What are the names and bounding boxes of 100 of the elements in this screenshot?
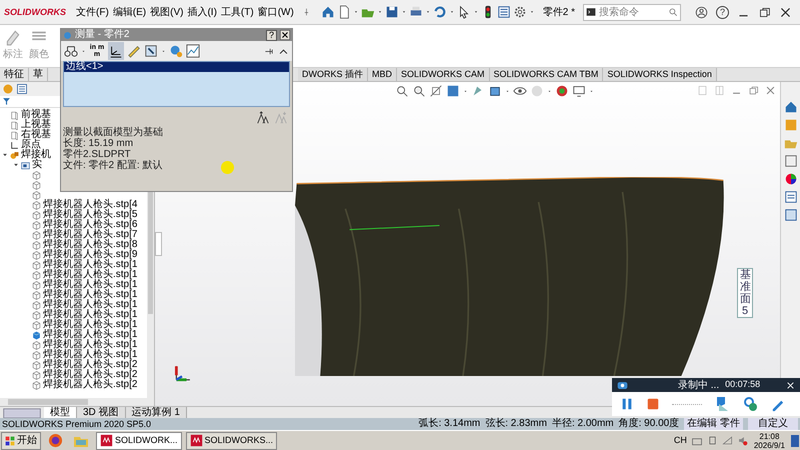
tree-item[interactable]: 焊接机器人枪头.stp[2 xyxy=(43,380,138,390)
settings-icon[interactable] xyxy=(512,5,527,19)
command-tab[interactable]: 特征 xyxy=(0,68,29,81)
annotation-tool-icon[interactable] xyxy=(714,396,730,412)
panel-collapse-handle[interactable] xyxy=(155,232,162,256)
view-tab[interactable]: 运动算例 1 xyxy=(126,407,187,418)
close-icon[interactable] xyxy=(280,30,290,40)
webcam-icon[interactable] xyxy=(742,396,758,412)
command-tab[interactable]: SOLIDWORKS CAM xyxy=(397,68,490,81)
history-icon[interactable] xyxy=(169,44,183,58)
command-tab[interactable]: SOLIDWORKS Inspection xyxy=(603,68,717,81)
menu-item[interactable]: 插入(I) xyxy=(187,4,217,20)
help-button[interactable]: ? xyxy=(266,30,277,40)
search-icon[interactable] xyxy=(668,7,678,17)
command-tab[interactable]: DWORKS 插件 xyxy=(298,68,368,81)
menu-item[interactable]: 文件(F) xyxy=(76,4,109,20)
selection-item[interactable]: 边线<1> xyxy=(64,62,289,72)
selection-list[interactable]: 边线<1> xyxy=(63,61,290,107)
stop-icon[interactable] xyxy=(646,397,660,411)
tree-item[interactable]: 焊接机器人枪头.stp[1 xyxy=(43,320,138,330)
monitor-icon[interactable] xyxy=(572,84,586,98)
taskbar-window-button[interactable]: SOLIDWORKS... xyxy=(186,432,278,450)
search-input[interactable]: 搜索命令 xyxy=(599,4,665,20)
taskbar-window-button[interactable]: SOLIDWORK... xyxy=(96,432,182,450)
graph-icon[interactable] xyxy=(186,44,200,58)
xyz-icon[interactable] xyxy=(109,44,123,58)
section-view-icon[interactable] xyxy=(429,84,443,98)
pause-icon[interactable] xyxy=(620,397,634,411)
measurement-readout: 半径: 2.00mm xyxy=(552,418,614,430)
expand-caret-icon[interactable] xyxy=(13,162,19,168)
units-dropdown[interactable]: 自定义 xyxy=(748,418,798,430)
tree-item[interactable]: 焊接机器人枪头.stp[8 xyxy=(43,240,138,250)
projection-icon[interactable] xyxy=(144,44,158,58)
view-palette-icon[interactable] xyxy=(784,208,798,222)
file-explorer-icon[interactable] xyxy=(784,154,798,168)
expand-caret-icon[interactable] xyxy=(2,152,8,158)
command-tab[interactable]: 草 xyxy=(29,68,48,81)
show-desktop-button[interactable] xyxy=(791,434,799,446)
tree-item[interactable]: 焊接机器人枪头.stp[7 xyxy=(43,230,138,240)
view-orientation-icon[interactable] xyxy=(446,84,460,98)
tree-item[interactable]: 焊接机器人枪头.stp[1 xyxy=(43,260,138,270)
tree-item[interactable]: 焊接机器人枪头.stp[2 xyxy=(43,370,138,380)
ruler-icon[interactable] xyxy=(127,44,141,58)
tree-item[interactable]: 前视基 xyxy=(21,110,51,120)
scene-icon[interactable] xyxy=(555,84,569,98)
command-tab[interactable]: SOLIDWORKS CAM TBM xyxy=(490,68,604,81)
help-button[interactable]: ? xyxy=(716,6,729,18)
close-icon[interactable] xyxy=(779,6,792,18)
properties-icon[interactable] xyxy=(784,190,798,204)
tree-item[interactable]: 焊接机器人枪头.stp[9 xyxy=(43,250,138,260)
display-style-icon[interactable] xyxy=(488,84,502,98)
view-tab[interactable]: 3D 视图 xyxy=(77,407,126,418)
menu-item[interactable]: 窗口(W) xyxy=(258,4,294,20)
tree-item[interactable]: 焊接机器人枪头.stp[1 xyxy=(43,270,138,280)
tree-item[interactable]: 焊接机器人枪头.stp[5 xyxy=(43,210,138,220)
save-icon[interactable] xyxy=(384,5,399,19)
zoom-icon[interactable] xyxy=(395,84,409,98)
tree-item[interactable]: 焊接机器人枪头.stp[1 xyxy=(43,300,138,310)
tree-item[interactable]: 上视基 xyxy=(21,120,51,130)
menu-item[interactable]: 编辑(E) xyxy=(112,4,146,20)
view-tab[interactable]: 模型 xyxy=(44,407,77,418)
tree-item[interactable]: 原点 xyxy=(21,140,41,150)
home-icon[interactable] xyxy=(320,5,335,19)
tree-item[interactable]: 焊接机 xyxy=(21,150,51,160)
tree-item[interactable]: 焊接机器人枪头.stp[1 xyxy=(43,310,138,320)
property-manager-icon[interactable] xyxy=(16,83,28,95)
home-icon[interactable] xyxy=(784,100,798,114)
clock-time[interactable]: 21:08 xyxy=(759,432,780,440)
browser-icon[interactable] xyxy=(48,433,63,448)
menu-item[interactable]: 视图(V) xyxy=(150,4,184,20)
user-icon[interactable] xyxy=(695,6,708,18)
tree-item[interactable]: 焊接机器人枪头.stp[1 xyxy=(43,340,138,350)
list-icon[interactable] xyxy=(496,5,511,19)
tree-item[interactable]: 焊接机器人枪头.stp[1 xyxy=(43,350,138,360)
arc-options-icon[interactable] xyxy=(64,44,78,58)
clock-date[interactable]: 2026/9/1 xyxy=(754,440,785,450)
input-language[interactable]: CH xyxy=(674,434,687,448)
command-tab[interactable]: MBD xyxy=(368,68,398,81)
tree-item[interactable]: 焊接机器人枪头.stp[1 xyxy=(43,290,138,300)
tree-item[interactable]: 焊接机器人枪头.stp[4 xyxy=(43,200,138,210)
start-button[interactable]: 开始 xyxy=(1,432,41,450)
muted-speaker-icon[interactable] xyxy=(736,435,748,446)
restore-icon[interactable] xyxy=(758,6,771,18)
tree-item[interactable]: 焊接机器人枪头.stp[6 xyxy=(43,220,138,230)
tab-scroll-buttons-icon[interactable] xyxy=(0,407,44,418)
menu-item[interactable]: 工具(T) xyxy=(220,4,254,20)
tree-item[interactable]: 实 xyxy=(32,160,42,170)
zoom-area-icon[interactable] xyxy=(412,84,426,98)
device-icon[interactable] xyxy=(706,435,718,446)
tree-item[interactable]: 焊接机器人枪头.stp[1 xyxy=(43,280,138,290)
appearance-icon[interactable] xyxy=(784,172,798,186)
horizontal-scrollbar[interactable] xyxy=(0,398,154,406)
undo-icon[interactable] xyxy=(432,5,447,19)
tree-item[interactable]: 焊接机器人枪头.stp[2 xyxy=(43,360,138,370)
tree-item[interactable]: 右视基 xyxy=(21,130,51,140)
tree-item[interactable]: 焊接机器人枪头.stp[1 xyxy=(43,330,138,340)
cursor-highlight xyxy=(221,161,234,174)
signal-icon[interactable] xyxy=(722,435,733,446)
search-field[interactable]: 搜索命令 xyxy=(583,4,681,20)
font-size-increase-icon[interactable] xyxy=(256,111,270,125)
